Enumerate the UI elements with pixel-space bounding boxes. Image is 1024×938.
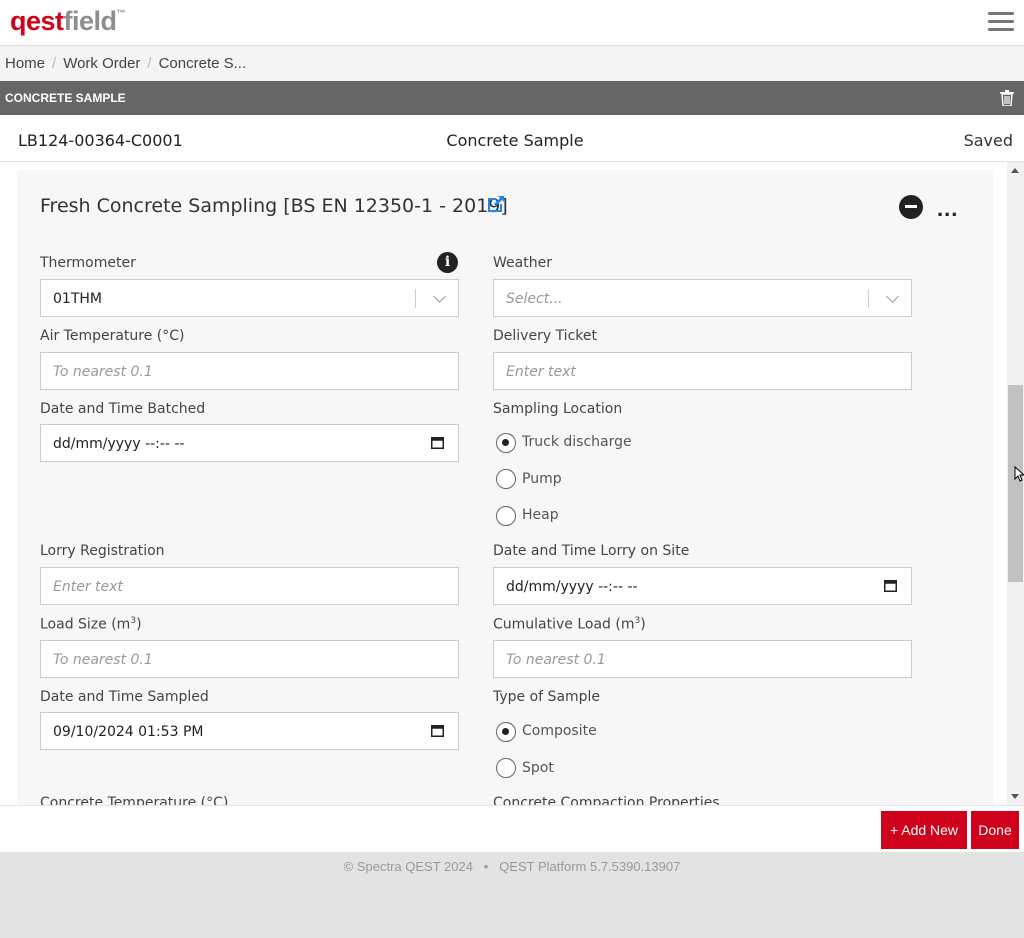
- radio-spot[interactable]: [496, 758, 516, 778]
- load-size-placeholder: To nearest 0.1: [53, 652, 153, 668]
- qestfield-logo[interactable]: qestfield™: [10, 6, 126, 37]
- delivery-ticket-placeholder: Enter text: [506, 364, 576, 380]
- cumulative-load-input[interactable]: To nearest 0.1: [493, 640, 912, 678]
- date-time-batched-input[interactable]: dd/mm/yyyy --:-- --: [40, 424, 459, 462]
- done-button[interactable]: Done: [971, 811, 1019, 849]
- cumulative-load-label-end: ): [640, 616, 646, 633]
- thermometer-value: 01THM: [53, 291, 102, 307]
- date-time-batched-value: dd/mm/yyyy --:-- --: [53, 436, 185, 452]
- footer-bullet: •: [483, 859, 489, 874]
- logo-text-left: qest: [10, 6, 64, 36]
- logo-trademark: ™: [116, 8, 126, 18]
- breadcrumb-work-order[interactable]: Work Order: [63, 55, 140, 72]
- type-of-sample-label: Type of Sample: [493, 689, 601, 705]
- section-title: CONCRETE SAMPLE: [5, 91, 126, 105]
- select-divider: [415, 289, 416, 308]
- radio-truck-discharge[interactable]: [496, 433, 516, 453]
- footer-text: © Spectra QEST 2024 • QEST Platform 5.7.…: [0, 859, 1024, 874]
- trash-icon[interactable]: [1000, 90, 1014, 106]
- form-title: Fresh Concrete Sampling [BS EN 12350-1 -…: [40, 195, 508, 217]
- chevron-down-icon[interactable]: [886, 290, 899, 303]
- date-time-sampled-label: Date and Time Sampled: [40, 689, 209, 705]
- cumulative-load-label: Cumulative Load (m3): [493, 616, 646, 633]
- radio-composite[interactable]: [496, 722, 516, 742]
- air-temperature-input[interactable]: To nearest 0.1: [40, 352, 459, 390]
- cumulative-load-label-text: Cumulative Load (m: [493, 616, 635, 633]
- breadcrumb-separator: /: [52, 55, 57, 72]
- radio-label-composite: Composite: [522, 723, 597, 739]
- load-size-label-text: Load Size (m: [40, 616, 131, 633]
- air-temperature-placeholder: To nearest 0.1: [53, 364, 153, 380]
- select-divider: [868, 289, 869, 308]
- record-header: LB124-00364-C0001 Concrete Sample Saved: [0, 115, 1024, 162]
- lorry-registration-input[interactable]: Enter text: [40, 567, 459, 605]
- footer-copyright: © Spectra QEST 2024: [343, 859, 473, 874]
- radio-pump[interactable]: [496, 469, 516, 489]
- air-temperature-label: Air Temperature (°C): [40, 328, 185, 344]
- radio-heap[interactable]: [496, 506, 516, 526]
- breadcrumb-home[interactable]: Home: [5, 55, 45, 72]
- footer: © Spectra QEST 2024 • QEST Platform 5.7.…: [0, 852, 1024, 938]
- date-time-batched-label: Date and Time Batched: [40, 401, 206, 417]
- action-bar: + Add New Done: [0, 805, 1024, 852]
- form-scroll-area[interactable]: Fresh Concrete Sampling [BS EN 12350-1 -…: [0, 162, 1024, 805]
- concrete-temperature-label: Concrete Temperature (°C): [40, 795, 229, 805]
- radio-label-truck-discharge: Truck discharge: [522, 434, 632, 450]
- vertical-scrollbar[interactable]: [1007, 162, 1024, 805]
- mouse-cursor-icon: [1014, 466, 1024, 482]
- radio-label-heap: Heap: [522, 507, 559, 523]
- date-time-lorry-on-site-input[interactable]: dd/mm/yyyy --:-- --: [493, 567, 912, 605]
- footer-platform-version: QEST Platform 5.7.5390.13907: [499, 859, 681, 874]
- lorry-registration-label: Lorry Registration: [40, 543, 165, 559]
- info-icon[interactable]: i: [437, 252, 458, 273]
- load-size-label: Load Size (m3): [40, 616, 142, 633]
- scroll-down-arrow-icon[interactable]: [1011, 794, 1019, 799]
- concrete-compaction-label: Concrete Compaction Properties: [493, 795, 720, 805]
- sampling-location-label: Sampling Location: [493, 401, 623, 417]
- scrollbar-thumb[interactable]: [1008, 385, 1023, 582]
- calendar-icon[interactable]: [431, 437, 444, 449]
- save-status: Saved: [963, 131, 1013, 150]
- radio-label-spot: Spot: [522, 760, 554, 776]
- hamburger-menu-icon[interactable]: [988, 12, 1014, 34]
- load-size-input[interactable]: To nearest 0.1: [40, 640, 459, 678]
- external-link-icon[interactable]: [485, 193, 507, 215]
- delivery-ticket-input[interactable]: Enter text: [493, 352, 912, 390]
- date-time-sampled-input[interactable]: 09/10/2024 01:53 PM: [40, 712, 459, 750]
- radio-label-pump: Pump: [522, 471, 562, 487]
- breadcrumb: Home / Work Order / Concrete S...: [0, 46, 1024, 81]
- scroll-up-arrow-icon[interactable]: [1011, 168, 1019, 173]
- record-title: Concrete Sample: [446, 131, 584, 150]
- calendar-icon[interactable]: [884, 580, 897, 592]
- top-bar: qestfield™: [0, 0, 1024, 46]
- weather-select[interactable]: Select...: [493, 279, 912, 317]
- add-new-button[interactable]: + Add New: [881, 811, 967, 849]
- cumulative-load-placeholder: To nearest 0.1: [506, 652, 606, 668]
- collapse-section-icon[interactable]: [899, 195, 923, 219]
- date-time-lorry-on-site-value: dd/mm/yyyy --:-- --: [506, 579, 638, 595]
- load-size-label-end: ): [136, 616, 142, 633]
- date-time-lorry-on-site-label: Date and Time Lorry on Site: [493, 543, 690, 559]
- breadcrumb-current: Concrete S...: [158, 55, 247, 72]
- section-header-bar: CONCRETE SAMPLE: [0, 81, 1024, 115]
- breadcrumb-separator: /: [147, 55, 152, 72]
- logo-text-right: field: [63, 6, 118, 36]
- delivery-ticket-label: Delivery Ticket: [493, 328, 597, 344]
- thermometer-select[interactable]: 01THM: [40, 279, 459, 317]
- weather-label: Weather: [493, 255, 552, 271]
- chevron-down-icon[interactable]: [433, 290, 446, 303]
- weather-placeholder: Select...: [506, 291, 563, 307]
- thermometer-label: Thermometer: [40, 255, 136, 271]
- more-options-icon[interactable]: ...: [937, 198, 958, 220]
- lorry-registration-placeholder: Enter text: [53, 579, 123, 595]
- date-time-sampled-value: 09/10/2024 01:53 PM: [53, 724, 204, 740]
- calendar-icon[interactable]: [431, 725, 444, 737]
